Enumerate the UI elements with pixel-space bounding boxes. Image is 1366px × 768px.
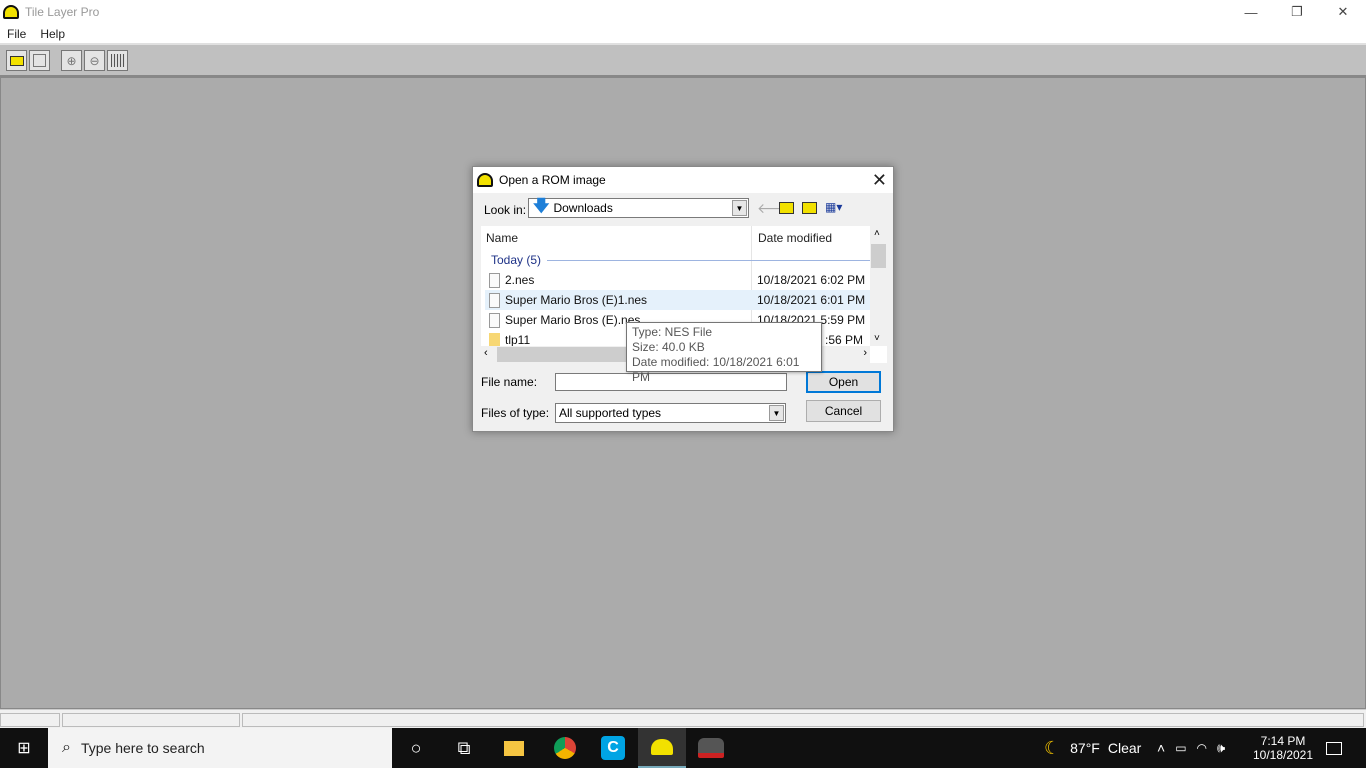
- chrome-button[interactable]: [541, 728, 589, 768]
- file-name-label: File name:: [481, 375, 538, 389]
- search-box[interactable]: ⌕ Type here to search: [48, 728, 392, 768]
- volume-icon[interactable]: 🕪: [1217, 740, 1225, 756]
- files-of-type-value: All supported types: [559, 406, 662, 420]
- restore-button[interactable]: ❐: [1274, 0, 1320, 24]
- file-date: 10/18/2021 6:01 PM: [757, 293, 866, 307]
- window-title: Tile Layer Pro: [25, 5, 100, 19]
- weather-temp: 87°F: [1070, 740, 1100, 756]
- tooltip-size: Size: 40.0 KB: [632, 340, 705, 354]
- open-button[interactable]: Open: [806, 371, 881, 393]
- title-bar: Tile Layer Pro — ❐ ✕: [0, 0, 1366, 24]
- download-arrow-icon: 🡇: [533, 197, 550, 215]
- file-name: 2.nes: [505, 273, 535, 287]
- clock-date: 10/18/2021: [1252, 748, 1314, 762]
- zoom-in-button[interactable]: ⊕: [61, 50, 82, 71]
- open-folder-icon: [9, 55, 24, 66]
- new-folder-icon[interactable]: [802, 202, 817, 214]
- save-icon: [33, 54, 46, 67]
- look-in-combo[interactable]: 🡇 Downloads ▼: [528, 198, 749, 218]
- search-placeholder: Type here to search: [80, 740, 205, 756]
- files-of-type-label: Files of type:: [481, 406, 550, 420]
- menu-bar: File Help: [0, 24, 1366, 43]
- files-of-type-select[interactable]: All supported types ▼: [555, 403, 786, 423]
- menu-help[interactable]: Help: [40, 27, 65, 41]
- clock[interactable]: 7:14 PM 10/18/2021: [1252, 728, 1314, 768]
- view-menu-icon[interactable]: ▦▾: [825, 200, 842, 214]
- file-row[interactable]: 2.nes 10/18/2021 6:02 PM: [485, 270, 871, 290]
- up-folder-icon[interactable]: [779, 202, 794, 214]
- cortana-icon: ○: [410, 737, 422, 758]
- minimize-button[interactable]: —: [1228, 0, 1274, 24]
- group-header[interactable]: Today (5): [491, 250, 871, 270]
- close-button[interactable]: ✕: [1320, 0, 1366, 24]
- file-date: 10/18/2021 6:02 PM: [757, 273, 866, 287]
- dialog-app-icon: [477, 173, 493, 187]
- file-name: Super Mario Bros (E).nes: [505, 313, 641, 327]
- zoom-out-icon: ⊖: [89, 53, 100, 68]
- tile-layer-pro-icon: [651, 739, 673, 755]
- zoom-in-icon: ⊕: [66, 53, 77, 68]
- dialog-title: Open a ROM image: [499, 173, 606, 187]
- file-explorer-button[interactable]: [490, 728, 538, 768]
- weather-condition: Clear: [1107, 740, 1142, 756]
- open-rom-dialog: Open a ROM image ✕ Look in: 🡇 Downloads …: [472, 166, 894, 432]
- file-info-tooltip: Type: NES File Size: 40.0 KB Date modifi…: [626, 322, 822, 384]
- task-view-button[interactable]: ⧉: [440, 728, 488, 768]
- windows-icon: ⊞: [17, 740, 31, 757]
- weather-widget[interactable]: ☾ 87°F Clear: [1044, 728, 1141, 768]
- status-bar: [0, 709, 1366, 728]
- save-button[interactable]: [29, 50, 50, 71]
- task-view-icon: ⧉: [457, 737, 471, 758]
- moon-icon: ☾: [1044, 737, 1061, 758]
- chevron-down-icon[interactable]: ▼: [769, 405, 784, 421]
- grid-button[interactable]: [107, 50, 128, 71]
- open-button[interactable]: [6, 50, 27, 71]
- cancel-button[interactable]: Cancel: [806, 400, 881, 422]
- chrome-icon: [554, 737, 576, 759]
- toolbar: ⊕ ⊖: [0, 43, 1366, 77]
- start-button[interactable]: ⊞: [0, 728, 48, 768]
- folder-icon: [504, 740, 524, 756]
- look-in-label: Look in:: [484, 203, 527, 217]
- file-icon: [489, 292, 500, 308]
- file-icon: [489, 272, 500, 288]
- file-icon: [489, 312, 500, 328]
- notification-icon: [1326, 741, 1342, 755]
- file-name: Super Mario Bros (E)1.nes: [505, 293, 648, 307]
- system-tray: ˄ ▭ ◠ 🕪: [1157, 728, 1225, 768]
- menu-file[interactable]: File: [7, 27, 26, 41]
- wifi-icon[interactable]: ◠: [1197, 741, 1207, 755]
- look-in-value: Downloads: [553, 201, 613, 215]
- chevron-down-icon[interactable]: ▼: [732, 200, 747, 216]
- app-red-button[interactable]: [687, 728, 735, 768]
- dialog-close-button[interactable]: ✕: [872, 170, 887, 191]
- clock-time: 7:14 PM: [1260, 734, 1306, 748]
- app-c-icon: C: [601, 736, 625, 760]
- column-date[interactable]: Date modified: [758, 226, 832, 250]
- notifications-button[interactable]: [1310, 728, 1358, 768]
- group-label: Today (5): [491, 253, 542, 267]
- taskbar: ⊞ ⌕ Type here to search ○ ⧉ C ☾ 87°F Cle…: [0, 728, 1366, 768]
- file-date: :56 PM: [825, 333, 864, 347]
- grid-icon: [110, 54, 125, 67]
- zoom-out-button[interactable]: ⊖: [84, 50, 105, 71]
- battery-icon[interactable]: ▭: [1175, 741, 1186, 755]
- file-row[interactable]: Super Mario Bros (E)1.nes 10/18/2021 6:01…: [485, 290, 871, 310]
- tooltip-date: Date modified: 10/18/2021 6:01 PM: [632, 355, 800, 384]
- search-icon: ⌕: [62, 739, 71, 756]
- tile-layer-pro-taskbar-button[interactable]: [638, 728, 686, 768]
- column-name[interactable]: Name: [486, 226, 518, 250]
- cortana-button[interactable]: ○: [392, 728, 440, 768]
- app-icon: [3, 5, 19, 19]
- folder-name: tlp11: [505, 333, 531, 347]
- vertical-scrollbar[interactable]: ˄ ˅: [870, 226, 887, 346]
- app-red-icon: [698, 738, 724, 758]
- chevron-up-icon[interactable]: ˄: [1157, 740, 1165, 756]
- app-c-button[interactable]: C: [589, 728, 637, 768]
- tooltip-type: Type: NES File: [632, 325, 713, 339]
